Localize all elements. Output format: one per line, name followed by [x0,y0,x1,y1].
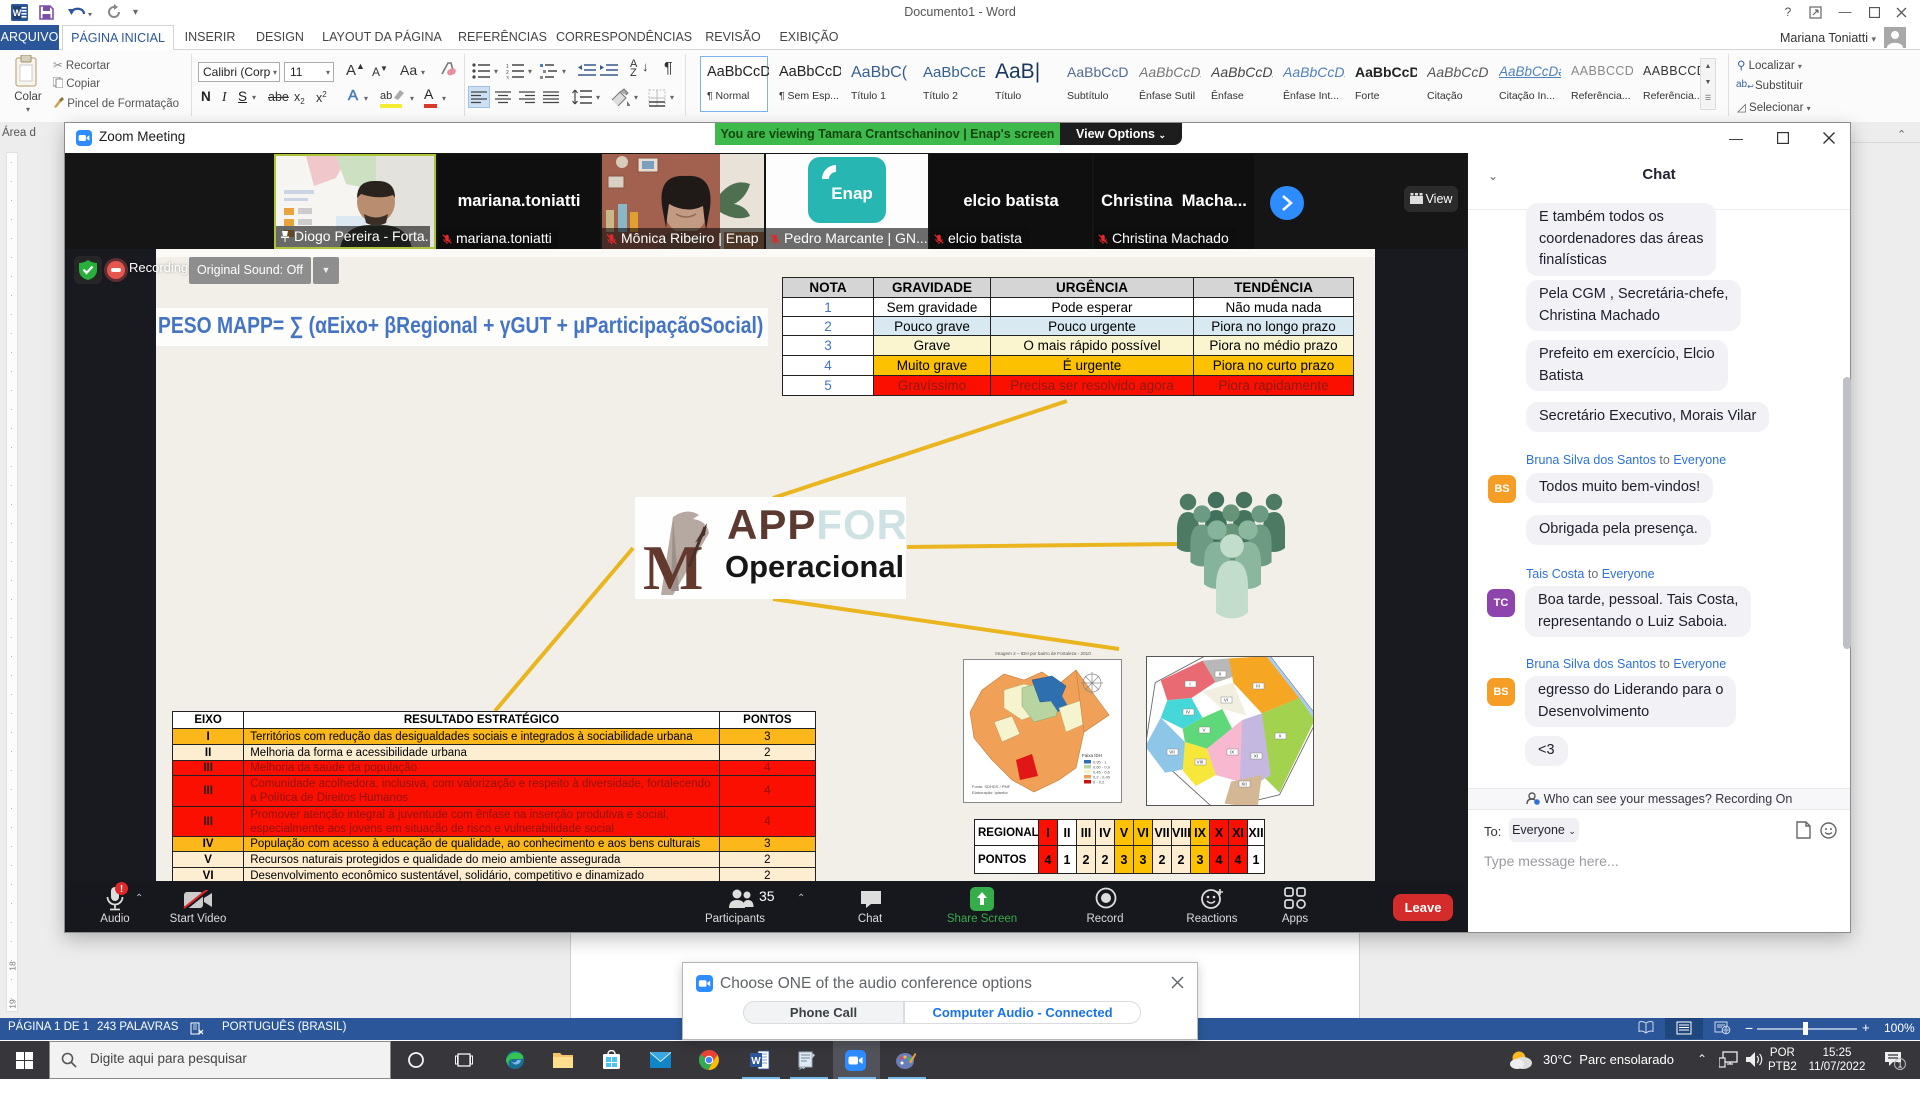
svg-text:Fonte: SDHDS / PMF: Fonte: SDHDS / PMF [972,784,1011,789]
svg-text:Faixa IDH: Faixa IDH [1082,753,1102,758]
svg-text:XII: XII [1241,782,1247,787]
svg-text:IX: IX [1230,750,1234,755]
svg-text:X: X [1278,734,1281,739]
svg-text:W: W [751,1056,761,1067]
svg-text:Enap: Enap [831,184,873,203]
svg-text:M: M [643,532,703,595]
svg-text:1: 1 [1897,1060,1902,1070]
svg-text:VI: VI [1224,698,1228,703]
svg-text:VII: VII [1169,750,1175,755]
svg-text:VIII: VIII [1197,760,1204,765]
svg-text:XI: XI [1254,754,1258,759]
svg-text:III: III [1256,684,1260,689]
svg-text:Imagem 2 – IDH por bairro de F: Imagem 2 – IDH por bairro de Fortaleza -… [995,651,1091,656]
svg-text:IV: IV [1186,710,1190,715]
svg-text:V: V [1202,728,1205,733]
svg-text:0 - 0,2: 0 - 0,2 [1093,780,1105,785]
svg-text:I: I [1189,682,1190,687]
svg-text:3: 3 [506,76,509,79]
svg-text:Elaboração: Iplanfor: Elaboração: Iplanfor [972,790,1008,795]
svg-text:II: II [1219,672,1222,677]
svg-text:!: ! [120,884,123,895]
